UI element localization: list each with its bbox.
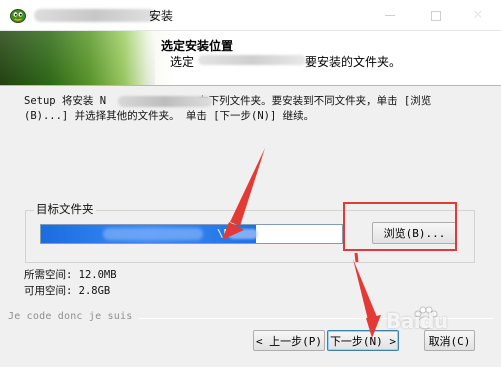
annotation-arrow-browse — [354, 252, 359, 263]
annotation-arrow-path — [222, 148, 265, 240]
annotation-overlay — [222, 148, 381, 338]
annotation-arrow-next — [353, 259, 381, 338]
